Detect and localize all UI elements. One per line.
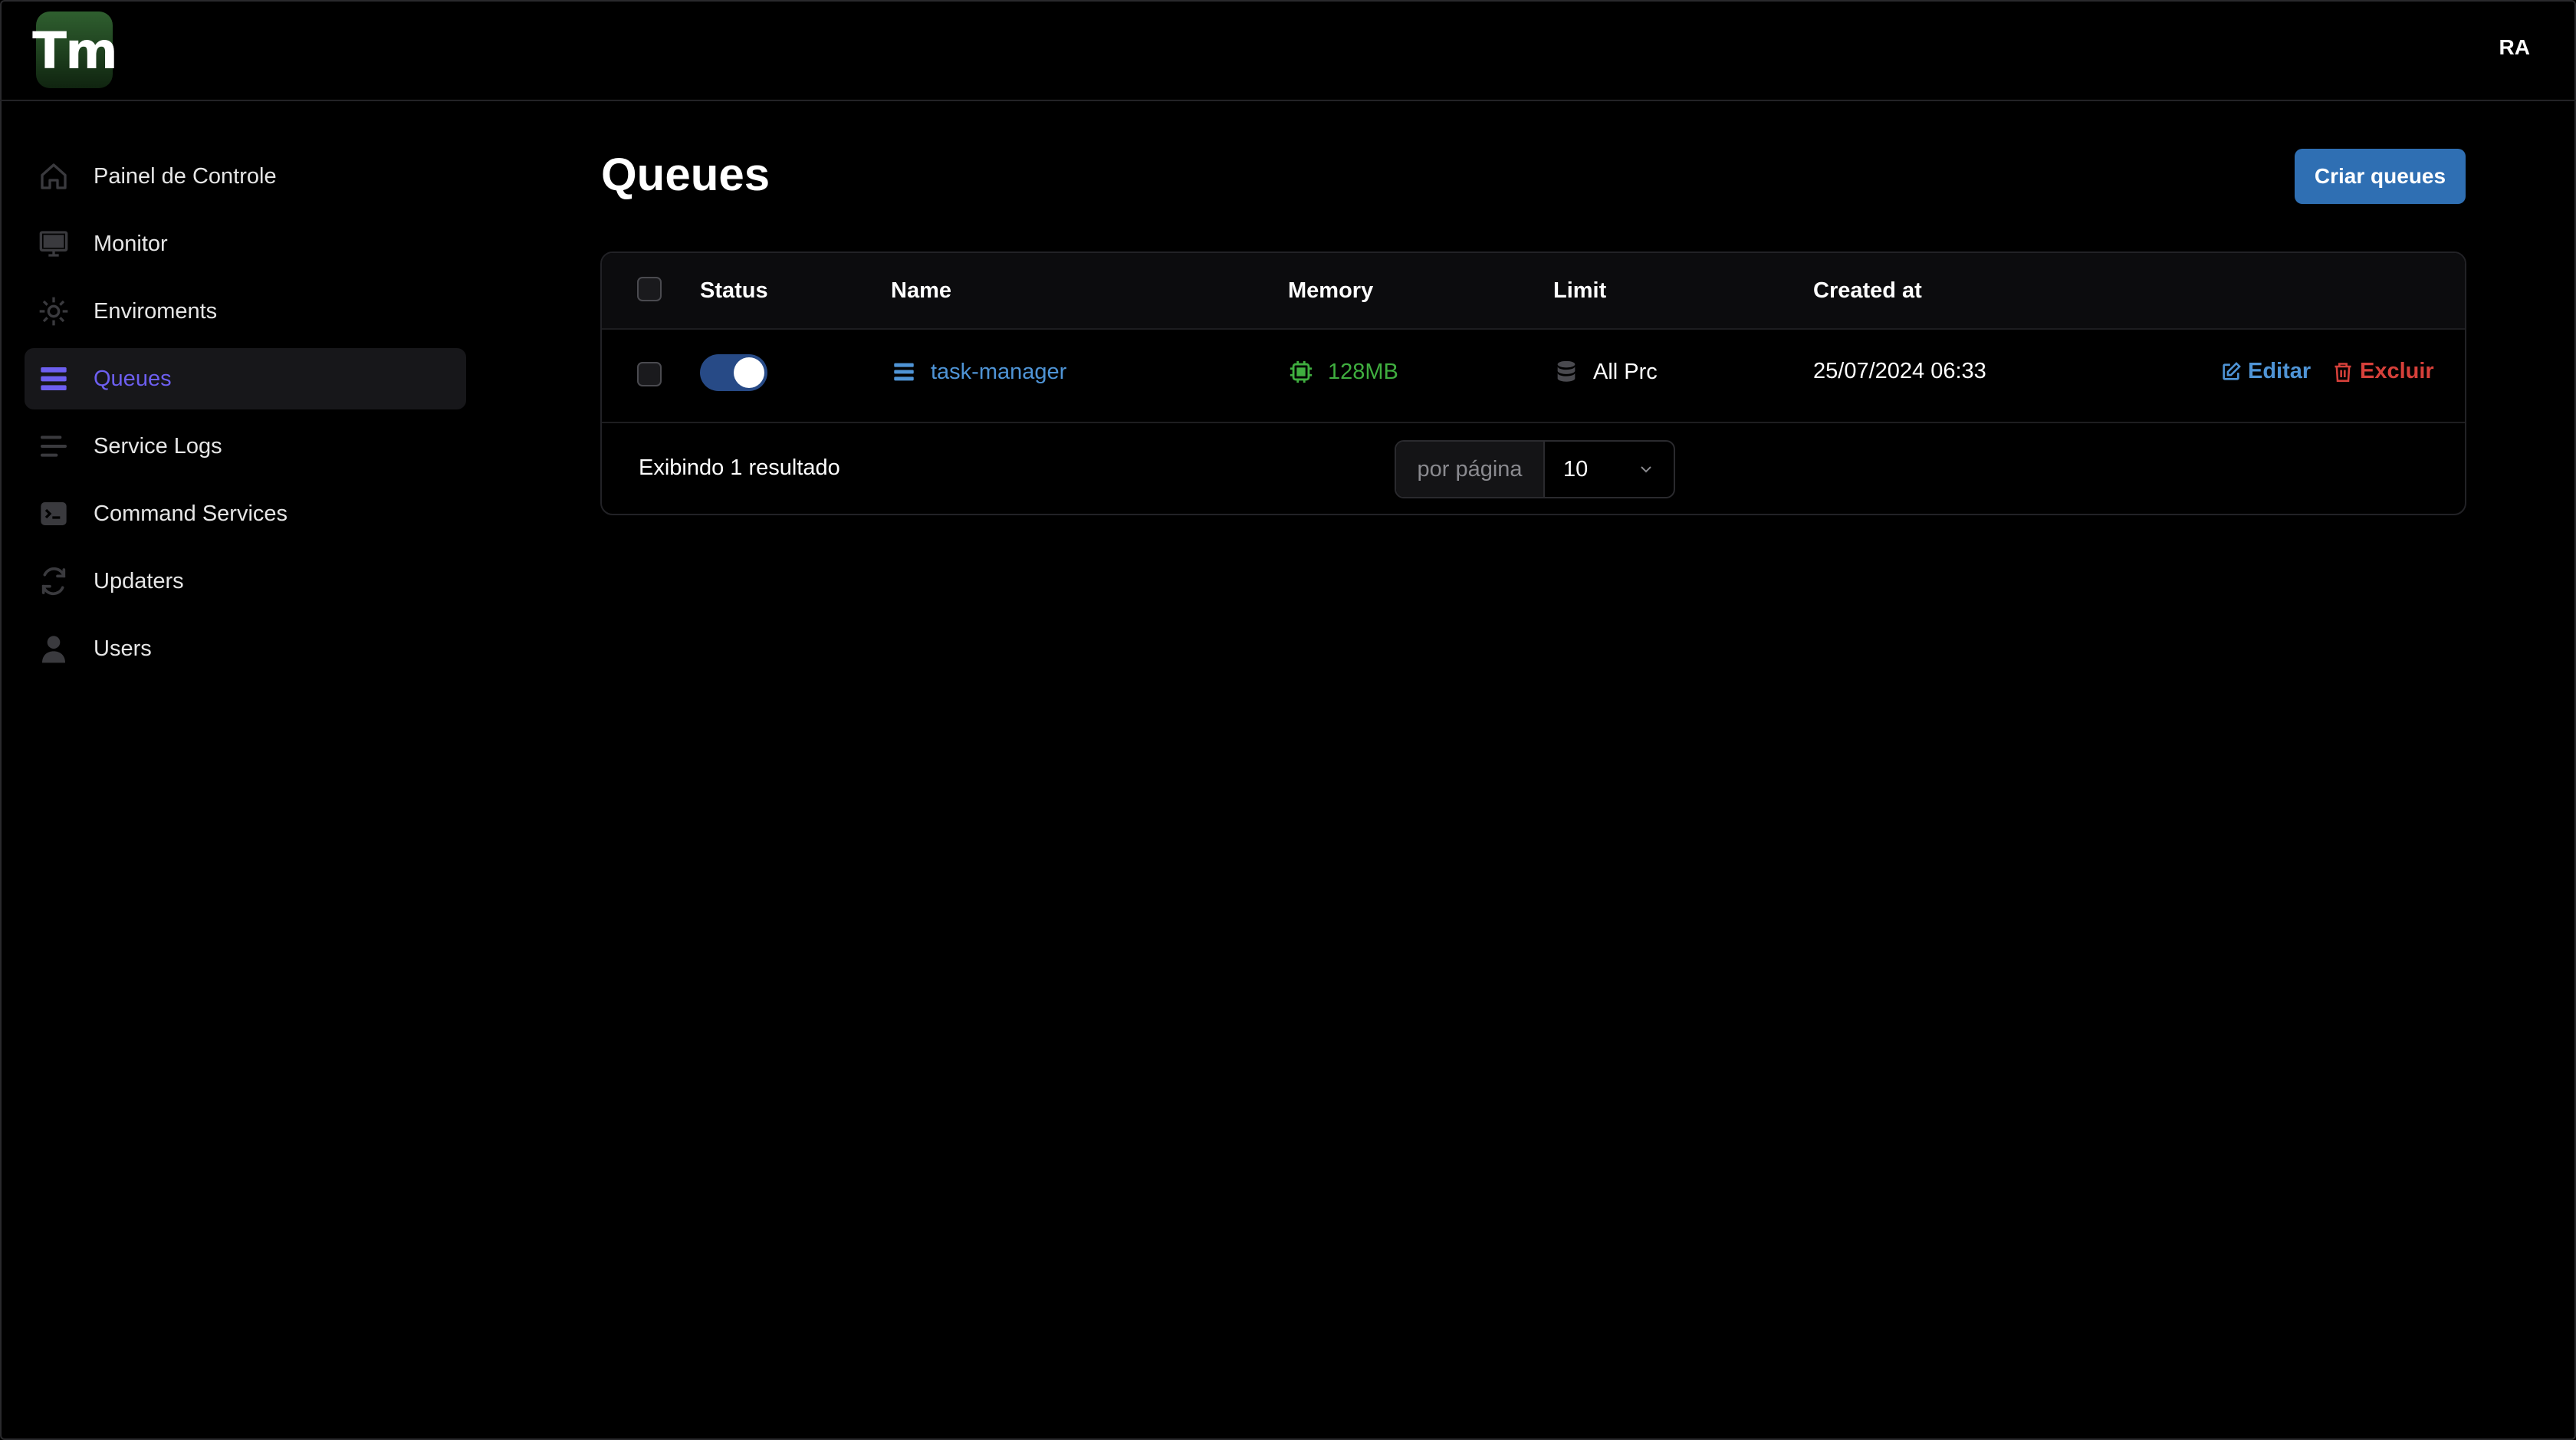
edit-icon [2223, 361, 2241, 380]
sidebar-item-users[interactable]: Users [25, 618, 466, 679]
per-page-control: por página 10 [1395, 440, 1675, 498]
sidebar-item-painel-de-controle[interactable]: Painel de Controle [25, 146, 466, 207]
queue-name-cell[interactable]: task-manager [891, 359, 1066, 385]
sidebar-item-label: Updaters [94, 568, 184, 593]
per-page-label: por página [1396, 442, 1545, 497]
table-row: task-manager 128MB All Prc 25/07/2024 06… [602, 330, 2465, 423]
queue-stack-icon [38, 363, 69, 394]
terminal-icon [38, 498, 69, 529]
memory-value: 128MB [1328, 359, 1398, 384]
edit-label: Editar [2248, 359, 2312, 383]
select-all-checkbox[interactable] [637, 277, 662, 301]
status-toggle[interactable] [700, 354, 767, 391]
sidebar-item-label: Service Logs [94, 433, 222, 459]
sidebar-item-enviroments[interactable]: Enviroments [25, 281, 466, 342]
database-icon [1553, 359, 1579, 385]
sidebar-item-label: Queues [94, 366, 172, 391]
gear-icon [38, 296, 69, 327]
logo-text: Tm [32, 21, 118, 81]
app-logo[interactable]: Tm [32, 12, 118, 88]
column-header-limit[interactable]: Limit [1553, 278, 1606, 304]
per-page-value: 10 [1563, 456, 1589, 482]
column-header-memory[interactable]: Memory [1288, 278, 1373, 304]
sidebar-item-label: Command Services [94, 501, 288, 526]
sidebar-nav: Painel de Controle Monitor Enviroments Q… [25, 146, 466, 685]
top-bar: Tm RA [0, 0, 2576, 101]
user-avatar[interactable]: RA [2499, 35, 2530, 60]
sidebar-item-label: Enviroments [94, 298, 218, 324]
queues-table: Status Name Memory Limit Created at task… [600, 252, 2466, 515]
toggle-knob [734, 357, 764, 388]
trash-icon [2334, 362, 2351, 382]
sidebar-item-service-logs[interactable]: Service Logs [25, 416, 466, 477]
per-page-select[interactable]: 10 [1545, 442, 1674, 497]
table-header: Status Name Memory Limit Created at [602, 253, 2465, 330]
results-count: Exibindo 1 resultado [639, 455, 840, 480]
edit-button[interactable]: Editar [2220, 359, 2311, 384]
created-at-cell: 25/07/2024 06:33 [1813, 359, 1986, 383]
home-icon [38, 161, 69, 192]
column-header-name[interactable]: Name [891, 278, 951, 304]
sidebar-item-queues[interactable]: Queues [25, 348, 466, 409]
sidebar-item-label: Users [94, 636, 152, 661]
page-title: Queues [601, 149, 770, 200]
sidebar-item-label: Monitor [94, 231, 168, 256]
queue-stack-icon [891, 359, 917, 385]
column-header-created-at[interactable]: Created at [1813, 278, 1922, 304]
sidebar-item-command-services[interactable]: Command Services [25, 483, 466, 544]
refresh-icon [38, 566, 69, 597]
delete-button[interactable]: Excluir [2332, 359, 2434, 384]
user-icon [38, 633, 69, 664]
limit-cell: All Prc [1553, 359, 1658, 385]
memory-cell: 128MB [1288, 359, 1398, 385]
sidebar-item-updaters[interactable]: Updaters [25, 551, 466, 612]
create-queue-button[interactable]: Criar queues [2295, 149, 2466, 204]
row-checkbox[interactable] [637, 362, 662, 386]
sidebar-item-monitor[interactable]: Monitor [25, 213, 466, 275]
log-lines-icon [38, 431, 69, 462]
chevron-down-icon [1641, 466, 1651, 473]
monitor-icon [38, 228, 69, 259]
sidebar-item-label: Painel de Controle [94, 163, 277, 189]
queue-name: task-manager [931, 359, 1067, 384]
limit-value: All Prc [1593, 359, 1658, 384]
column-header-status[interactable]: Status [700, 278, 768, 304]
cpu-chip-icon [1288, 359, 1314, 385]
delete-label: Excluir [2360, 359, 2434, 383]
